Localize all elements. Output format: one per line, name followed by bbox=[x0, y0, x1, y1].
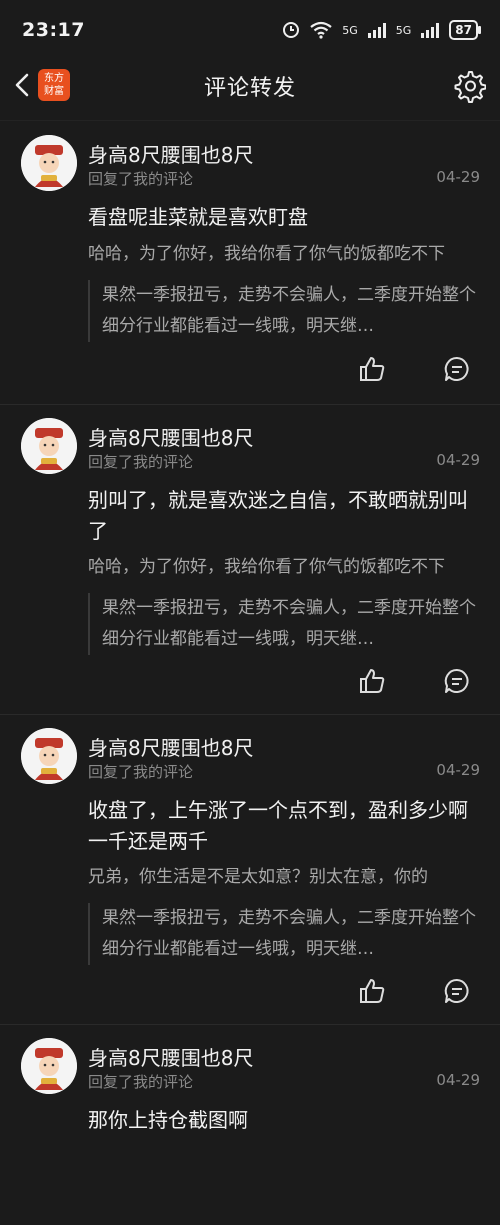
status-bar: 23:17 5G 5G 87 bbox=[0, 0, 500, 60]
original-comment-quote[interactable]: 果然一季报扭亏，走势不会骗人，二季度开始整个细分行业都能看过一线哦，明天继… bbox=[88, 903, 478, 965]
reply-subline: 回复了我的评论 bbox=[88, 453, 194, 471]
reply-text[interactable]: 哈哈，为了你好，我给你看了你气的饭都吃不下 bbox=[88, 242, 480, 266]
gear-icon[interactable] bbox=[452, 69, 486, 103]
avatar-figure-icon bbox=[21, 135, 77, 191]
comment-text[interactable]: 看盘呢韭菜就是喜欢盯盘 bbox=[88, 202, 480, 233]
alarm-icon bbox=[283, 22, 300, 38]
like-icon[interactable] bbox=[358, 667, 386, 695]
app-logo: 东方 财富 bbox=[38, 69, 70, 101]
avatar[interactable] bbox=[21, 135, 77, 191]
logo-text-bottom: 财富 bbox=[44, 86, 64, 97]
comment-card[interactable]: 身高8尺腰围也8尺 回复了我的评论 04-29 别叫了，就是喜欢迷之自信，不敢晒… bbox=[0, 405, 500, 715]
comment-text[interactable]: 别叫了，就是喜欢迷之自信，不敢晒就别叫了 bbox=[88, 485, 480, 547]
network-1-label: 5G bbox=[342, 23, 358, 37]
reply-subline: 回复了我的评论 bbox=[88, 763, 194, 781]
comment-card[interactable]: 身高8尺腰围也8尺 回复了我的评论 04-29 看盘呢韭菜就是喜欢盯盘 哈哈，为… bbox=[0, 122, 500, 405]
comment-date: 04-29 bbox=[436, 761, 480, 779]
nav-divider bbox=[0, 120, 500, 121]
signal-2-icon bbox=[421, 22, 440, 38]
original-comment-quote[interactable]: 果然一季报扭亏，走势不会骗人，二季度开始整个细分行业都能看过一线哦，明天继… bbox=[88, 280, 478, 342]
like-icon[interactable] bbox=[358, 355, 386, 383]
comment-text[interactable]: 收盘了，上午涨了一个点不到，盈利多少啊一千还是两千 bbox=[88, 795, 480, 857]
avatar-figure-icon bbox=[21, 418, 77, 474]
reply-subline: 回复了我的评论 bbox=[88, 1073, 194, 1091]
comment-card[interactable]: 身高8尺腰围也8尺 回复了我的评论 04-29 那你上持仓截图啊 bbox=[0, 1025, 500, 1225]
like-icon[interactable] bbox=[358, 977, 386, 1005]
avatar[interactable] bbox=[21, 418, 77, 474]
avatar[interactable] bbox=[21, 728, 77, 784]
back-icon[interactable] bbox=[10, 72, 36, 98]
original-comment-quote[interactable]: 果然一季报扭亏，走势不会骗人，二季度开始整个细分行业都能看过一线哦，明天继… bbox=[88, 593, 478, 655]
username[interactable]: 身高8尺腰围也8尺 bbox=[88, 422, 253, 451]
comment-feed[interactable]: 身高8尺腰围也8尺 回复了我的评论 04-29 看盘呢韭菜就是喜欢盯盘 哈哈，为… bbox=[0, 122, 500, 1225]
avatar-figure-icon bbox=[21, 728, 77, 784]
comment-icon[interactable] bbox=[443, 667, 471, 695]
avatar-figure-icon bbox=[21, 1038, 77, 1094]
comment-date: 04-29 bbox=[436, 168, 480, 186]
page-title: 评论转发 bbox=[203, 76, 296, 101]
status-time: 23:17 bbox=[22, 19, 85, 41]
comment-text[interactable]: 那你上持仓截图啊 bbox=[88, 1105, 480, 1136]
comment-date: 04-29 bbox=[436, 451, 480, 469]
avatar[interactable] bbox=[21, 1038, 77, 1094]
comment-card[interactable]: 身高8尺腰围也8尺 回复了我的评论 04-29 收盘了，上午涨了一个点不到，盈利… bbox=[0, 715, 500, 1025]
username[interactable]: 身高8尺腰围也8尺 bbox=[88, 732, 253, 761]
comment-icon[interactable] bbox=[443, 977, 471, 1005]
username[interactable]: 身高8尺腰围也8尺 bbox=[88, 1042, 253, 1071]
network-2-label: 5G bbox=[395, 23, 412, 37]
logo-text-top: 东方 bbox=[44, 73, 64, 84]
comment-date: 04-29 bbox=[436, 1071, 480, 1089]
reply-text[interactable]: 兄弟，你生活是不是太如意？别太在意，你的 bbox=[88, 865, 480, 889]
battery-indicator: 87 bbox=[449, 20, 481, 40]
comment-icon[interactable] bbox=[443, 355, 471, 383]
signal-1-icon bbox=[367, 22, 386, 38]
status-icons: 5G 5G 87 bbox=[282, 20, 481, 40]
wifi-icon bbox=[310, 21, 332, 39]
username[interactable]: 身高8尺腰围也8尺 bbox=[88, 139, 253, 168]
nav-bar: 东方 财富 评论转发 bbox=[0, 60, 500, 112]
reply-text[interactable]: 哈哈，为了你好，我给你看了你气的饭都吃不下 bbox=[88, 555, 480, 579]
reply-subline: 回复了我的评论 bbox=[88, 170, 194, 188]
